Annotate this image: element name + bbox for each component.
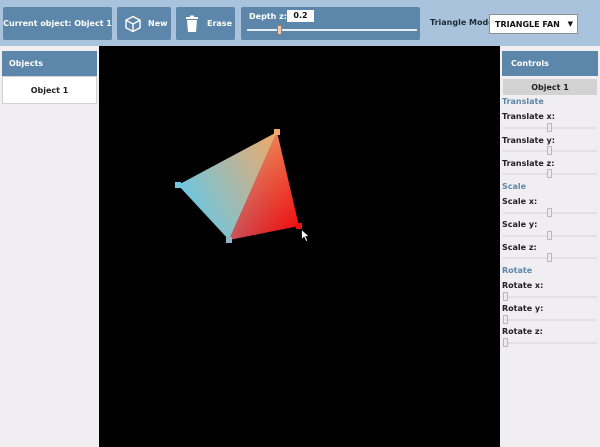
new-button[interactable]: New [117, 7, 171, 40]
cursor-icon [301, 229, 311, 242]
triangle-render [175, 129, 302, 243]
vertex-handle[interactable] [274, 129, 280, 135]
translate-y-label: Translate y: [502, 136, 555, 145]
rotate-y-label: Rotate y: [502, 304, 544, 313]
section-title-translate: Translate [502, 97, 544, 106]
scale-x-label: Scale x: [502, 197, 538, 206]
cube-icon [122, 13, 144, 35]
rotate-x-thumb[interactable] [503, 292, 508, 301]
triangle-mode-value: TRIANGLE FAN [495, 19, 560, 29]
scale-z-label: Scale z: [502, 243, 537, 252]
depth-value-field[interactable]: 0.2 [287, 10, 314, 22]
translate-x-thumb[interactable] [547, 123, 552, 132]
section-title-rotate: Rotate [502, 266, 533, 275]
toolbar: Current object: Object 1 New Erase Depth… [0, 0, 600, 46]
rotate-z-thumb[interactable] [503, 338, 508, 347]
controls-panel: Controls Object 1 Translate Translate x:… [500, 46, 600, 447]
render-canvas[interactable] [99, 46, 500, 447]
objects-header: Objects [2, 51, 97, 76]
current-object-button[interactable]: Current object: Object 1 [3, 7, 112, 40]
scale-x-thumb[interactable] [547, 208, 552, 217]
translate-z-thumb[interactable] [547, 169, 552, 178]
rotate-z-label: Rotate z: [502, 327, 543, 336]
depth-slider-thumb[interactable] [277, 25, 282, 35]
erase-button-label: Erase [207, 19, 232, 28]
vertex-handle[interactable] [175, 182, 181, 188]
vertex-handle[interactable] [226, 237, 232, 243]
scale-z-thumb[interactable] [547, 253, 552, 262]
erase-button[interactable]: Erase [176, 7, 235, 40]
objects-panel: Objects Object 1 [0, 46, 99, 447]
trash-icon [181, 13, 203, 35]
triangle-mode-select[interactable]: TRIANGLE FAN ▼ [489, 14, 578, 34]
object-list-item[interactable]: Object 1 [2, 76, 97, 104]
scale-y-thumb[interactable] [547, 231, 552, 240]
translate-y-thumb[interactable] [547, 146, 552, 155]
section-title-scale: Scale [502, 182, 527, 191]
depth-label: Depth z: [249, 12, 287, 21]
depth-slider-track[interactable] [247, 29, 417, 31]
rotate-x-slider[interactable] [503, 296, 597, 298]
depth-control: Depth z: 0.2 [241, 7, 420, 40]
rotate-x-label: Rotate x: [502, 281, 544, 290]
translate-z-label: Translate z: [502, 159, 555, 168]
controls-current-object: Object 1 [503, 79, 597, 95]
rotate-y-thumb[interactable] [503, 315, 508, 324]
triangle-mode-label: Triangle Mode: [430, 18, 497, 27]
rotate-y-slider[interactable] [503, 319, 597, 321]
scale-y-label: Scale y: [502, 220, 538, 229]
new-button-label: New [148, 19, 168, 28]
controls-header: Controls [502, 51, 598, 76]
chevron-down-icon: ▼ [567, 20, 573, 28]
rotate-z-slider[interactable] [503, 342, 597, 344]
translate-x-label: Translate x: [502, 112, 555, 121]
